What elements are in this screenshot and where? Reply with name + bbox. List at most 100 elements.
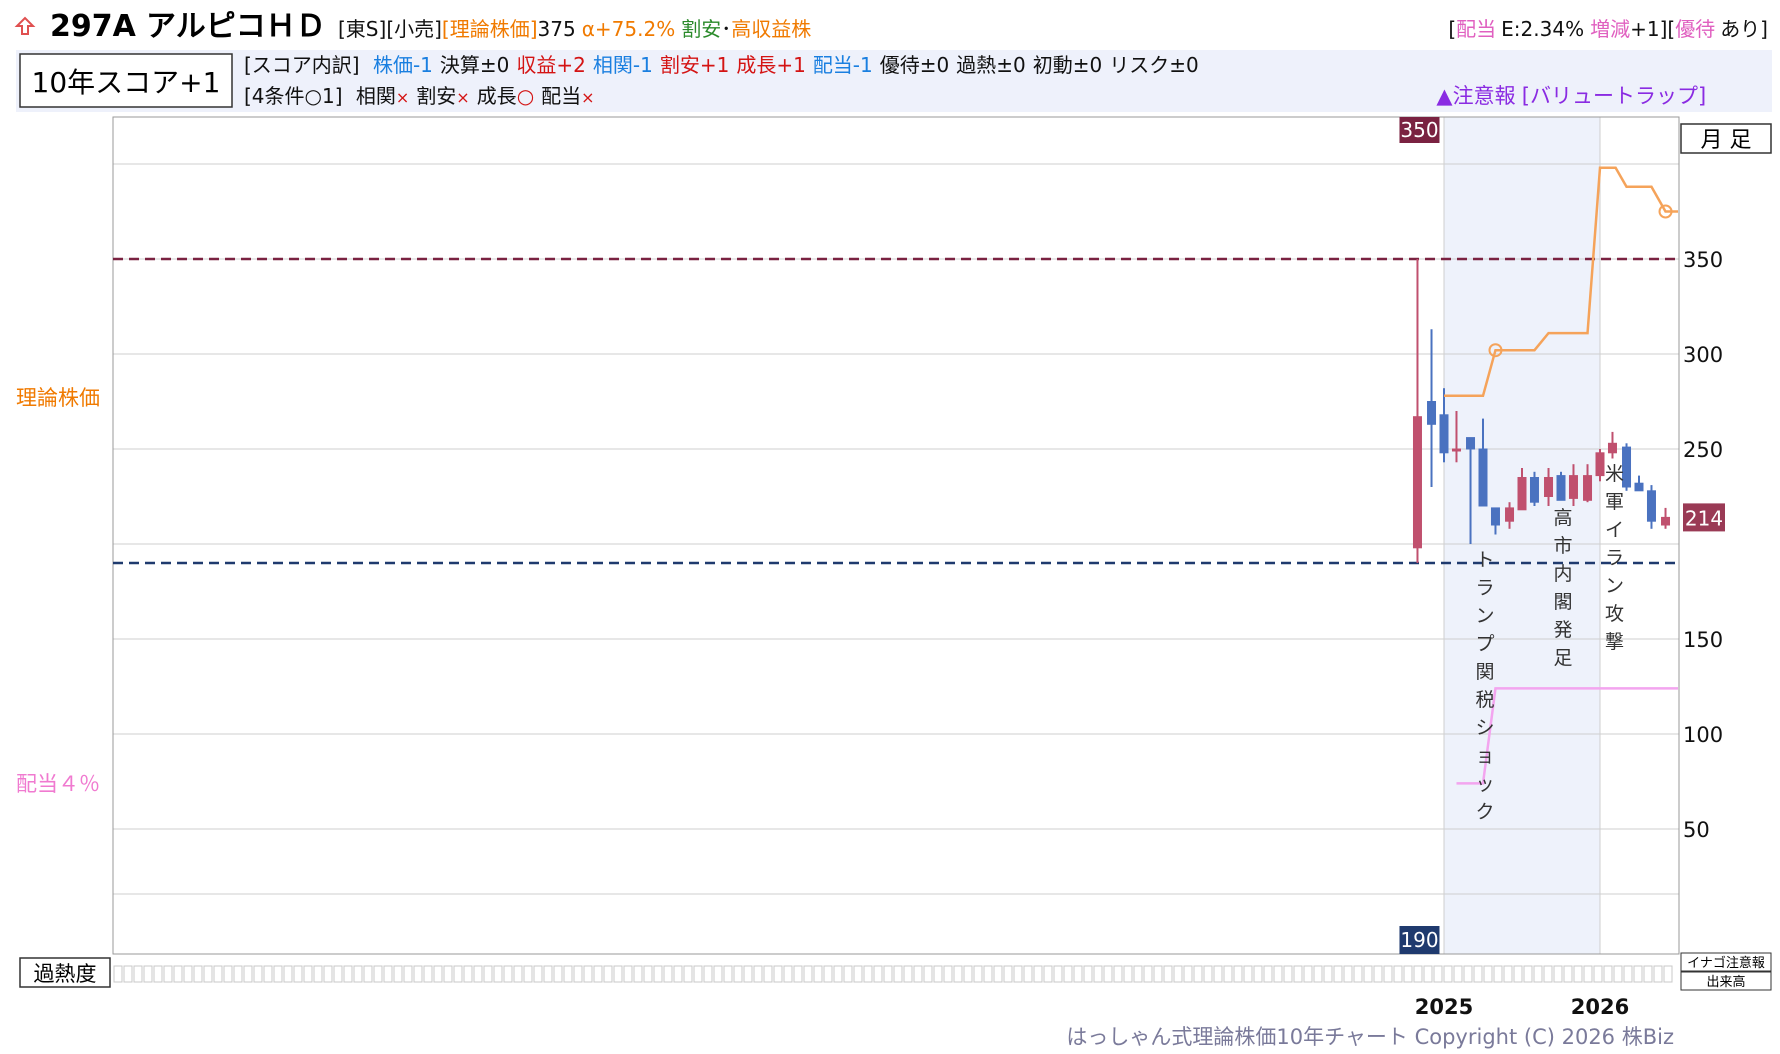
condition-label: 割安 <box>416 84 456 108</box>
event-label-char: ラ <box>1605 547 1624 569</box>
y-tick-label: 100 <box>1683 723 1723 747</box>
heat-cell <box>1083 965 1093 983</box>
inago-badge-label: イナゴ注意報 <box>1687 955 1765 971</box>
heat-cell <box>553 965 563 983</box>
heat-cell <box>193 965 203 983</box>
event-label-char: 軍 <box>1605 491 1624 513</box>
candle-body <box>1544 477 1554 497</box>
theory-price-axis-label: 理論株価 <box>16 386 100 410</box>
heat-cell <box>1253 965 1263 983</box>
heat-cell <box>1293 965 1303 983</box>
score-item: 過熱±0 <box>956 53 1025 77</box>
heat-cell <box>1183 965 1193 983</box>
heat-cell <box>713 965 723 983</box>
heat-cell <box>1663 965 1673 983</box>
heat-cell <box>1063 965 1073 983</box>
score-breakdown: [スコア内訳] 株価-1 決算±0 収益+2 相関-1 割安+1 成長+1 配当-1 優待±0… <box>244 53 1199 77</box>
heat-cell <box>923 965 933 983</box>
heat-cell <box>1393 965 1403 983</box>
event-label-char: ッ <box>1475 773 1494 795</box>
heat-cell <box>1493 965 1503 983</box>
heat-cell <box>1503 965 1513 983</box>
event-label-char: 高 <box>1553 507 1572 529</box>
yutai-value: あり] <box>1720 17 1768 41</box>
event-label-char: ト <box>1475 549 1494 571</box>
heat-cell <box>1043 965 1053 983</box>
event-label-char: 内 <box>1553 563 1572 585</box>
heat-cell <box>233 965 243 983</box>
chart-canvas: 297A アルピコＨＤ [東S][小売][理論株価]375 α+75.2% 割安･高… <box>14 9 1772 1049</box>
heat-cell <box>313 965 323 983</box>
stock-name: アルピコＨＤ <box>146 9 326 44</box>
heat-cell <box>1573 965 1583 983</box>
heat-cell <box>1193 965 1203 983</box>
event-label-char: 発 <box>1553 619 1572 641</box>
heat-cell <box>1633 965 1643 983</box>
heat-cell <box>483 965 493 983</box>
heat-cell <box>663 965 673 983</box>
score-item: 収益+2 <box>516 53 585 77</box>
heat-cell <box>273 965 283 983</box>
condition-ng-icon: × <box>456 88 469 107</box>
heat-cell <box>443 965 453 983</box>
heat-cell <box>1353 965 1363 983</box>
heat-cell <box>733 965 743 983</box>
score-item: 相関-1 <box>593 53 653 77</box>
event-label-char: 税 <box>1475 689 1494 711</box>
heat-cell <box>823 965 833 983</box>
heat-cell <box>1023 965 1033 983</box>
event-label-char: 撃 <box>1605 631 1624 653</box>
high-price-marker-label: 350 <box>1400 118 1438 142</box>
heat-cell <box>1113 965 1123 983</box>
tag-high-yield: 高収益株 <box>731 17 811 41</box>
condition-ok-icon: ○ <box>517 84 534 108</box>
heat-label: 過熱度 <box>34 962 97 986</box>
heat-cell <box>843 965 853 983</box>
heat-cell <box>243 965 253 983</box>
heat-cell <box>963 965 973 983</box>
heat-cell <box>1563 965 1573 983</box>
candle-body <box>1607 442 1617 454</box>
heat-cell <box>893 965 903 983</box>
score-item: 割安+1 <box>660 53 729 77</box>
heat-cell <box>503 965 513 983</box>
heat-cell <box>1433 965 1443 983</box>
candle-body <box>1427 401 1437 425</box>
heat-cell <box>643 965 653 983</box>
heat-cell <box>463 965 473 983</box>
heat-cell <box>1203 965 1213 983</box>
heat-cell <box>1423 965 1433 983</box>
heat-cell <box>513 965 523 983</box>
heat-cell <box>153 965 163 983</box>
heat-cell <box>573 965 583 983</box>
heat-cell <box>1153 965 1163 983</box>
heat-cell <box>253 965 263 983</box>
heat-cell <box>1413 965 1423 983</box>
dividend-change-label: 増減 <box>1590 17 1630 41</box>
copyright-footer: はっしゃん式理論株価10年チャート Copyright (C) 2026 株Bi… <box>1066 1025 1674 1049</box>
heat-cell <box>1013 965 1023 983</box>
highlight-band <box>1444 117 1600 954</box>
heat-cell <box>133 965 143 983</box>
heat-cell <box>723 965 733 983</box>
dividend-info: [配当 E:2.34% 増減+1][優待 あり] <box>1448 17 1768 41</box>
heat-cell <box>1003 965 1013 983</box>
heat-cell <box>163 965 173 983</box>
candle-body <box>1412 416 1422 549</box>
heat-cell <box>1523 965 1533 983</box>
sector-tag: [小売] <box>386 17 442 41</box>
heat-cell <box>343 965 353 983</box>
heat-cell <box>1513 965 1523 983</box>
stock-code: 297A <box>50 9 137 44</box>
heat-cell <box>1373 965 1383 983</box>
heat-cell <box>1143 965 1153 983</box>
event-label-char: 市 <box>1553 535 1572 557</box>
heat-cell <box>433 965 443 983</box>
heat-cell <box>1363 965 1373 983</box>
candle-body <box>1466 437 1476 450</box>
heat-cell <box>1323 965 1333 983</box>
candle-body <box>1478 448 1488 507</box>
heat-cell <box>993 965 1003 983</box>
heat-cell <box>633 965 643 983</box>
condition-ng-icon: × <box>396 88 409 107</box>
